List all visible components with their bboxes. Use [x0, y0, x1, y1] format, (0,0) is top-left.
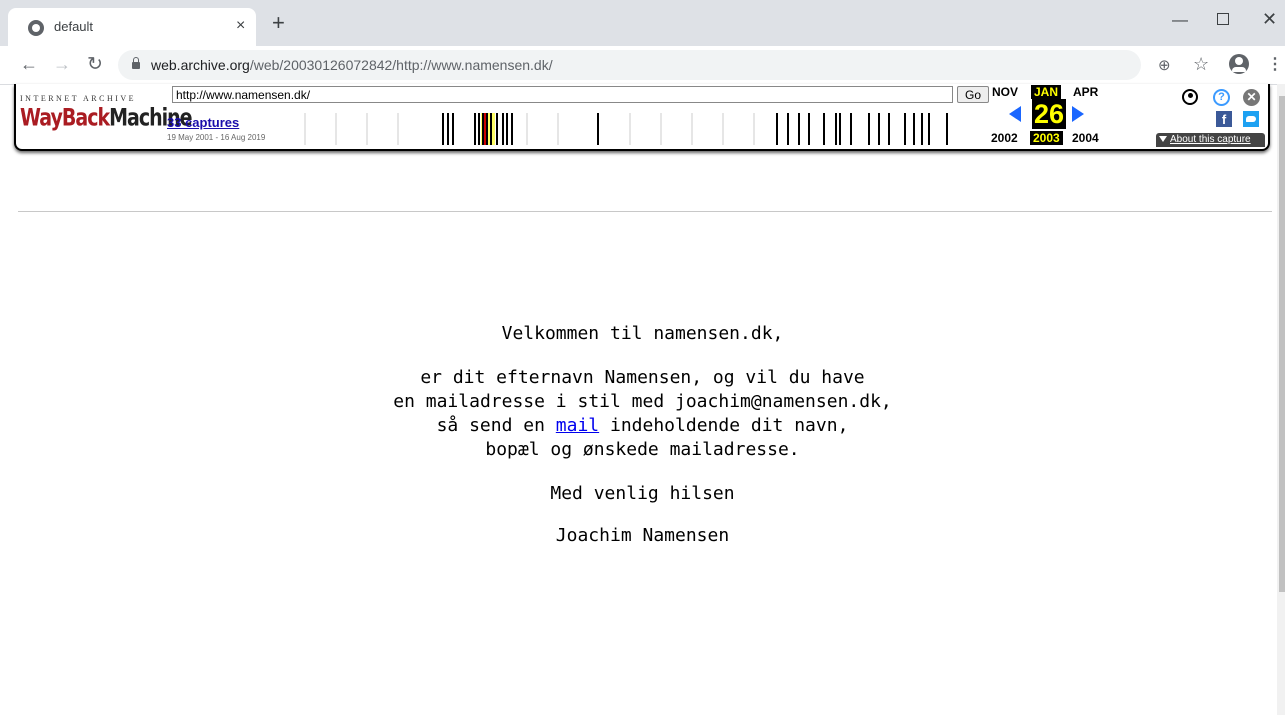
wayback-machine-logo[interactable]: WayBackMachine — [20, 104, 193, 132]
about-this-capture-label: About this capture — [1170, 134, 1251, 145]
prev-month-label[interactable]: NOV — [992, 85, 1018, 99]
closing-text: Med venlig hilsen — [550, 483, 735, 504]
triangle-down-icon — [1159, 136, 1167, 142]
facebook-icon[interactable]: f — [1216, 111, 1232, 127]
mail-link[interactable]: mail — [556, 415, 599, 436]
user-account-icon[interactable] — [1182, 89, 1198, 105]
profile-avatar-icon[interactable] — [1229, 54, 1249, 74]
next-capture-arrow-icon[interactable] — [1072, 106, 1084, 122]
internet-archive-label: INTERNET ARCHIVE — [20, 94, 137, 103]
current-month-label: JAN — [1031, 85, 1062, 99]
url-path: /web/20030126072842/http://www.namensen.… — [249, 57, 553, 73]
about-this-capture-button[interactable]: About this capture — [1156, 133, 1265, 147]
kebab-menu-icon[interactable]: ⋮ — [1267, 54, 1283, 74]
intro-line-2: en mailadresse i stil med joachim@namens… — [393, 391, 892, 412]
signature-text: Joachim Namensen — [555, 525, 730, 546]
logo-wayback-text: WayBack — [20, 104, 110, 132]
prev-capture-arrow-icon[interactable] — [1009, 106, 1021, 122]
close-toolbar-icon[interactable]: ✕ — [1243, 89, 1260, 106]
capture-date-range: 19 May 2001 - 16 Aug 2019 — [167, 133, 266, 142]
captures-link[interactable]: 33 captures — [167, 115, 239, 130]
tab-close-icon[interactable]: × — [236, 17, 245, 35]
browser-tab[interactable]: default × — [8, 8, 256, 46]
wayback-toolbar: INTERNET ARCHIVE WayBackMachine http://w… — [14, 84, 1270, 151]
url-host: web.archive.org — [151, 57, 250, 73]
tab-title: default — [54, 19, 94, 34]
back-arrow-icon[interactable]: ← — [20, 54, 38, 75]
current-day: 26 — [1032, 99, 1066, 129]
navigation-bar: ← → ↻ web.archive.org/web/20030126072842… — [0, 46, 1285, 85]
go-button[interactable]: Go — [957, 86, 989, 103]
bookmark-star-icon[interactable]: ☆ — [1193, 54, 1209, 75]
greeting-text: Velkommen til namensen.dk, — [501, 323, 784, 344]
url-text[interactable]: web.archive.org/web/20030126072842/http:… — [151, 57, 553, 73]
reload-icon[interactable]: ↻ — [87, 53, 103, 76]
lock-icon[interactable] — [132, 57, 140, 69]
restore-icon[interactable] — [1217, 13, 1229, 25]
next-month-label[interactable]: APR — [1073, 85, 1098, 99]
minimize-icon[interactable]: — — [1172, 12, 1188, 30]
next-year-label[interactable]: 2004 — [1072, 131, 1099, 145]
horizontal-rule — [18, 211, 1272, 212]
prev-year-label[interactable]: 2002 — [991, 131, 1018, 145]
address-bar[interactable]: web.archive.org/web/20030126072842/http:… — [118, 50, 1141, 80]
intro-line-1: er dit efternavn Namensen, og vil du hav… — [420, 367, 865, 388]
current-year-label: 2003 — [1030, 131, 1063, 145]
capture-sparkline[interactable] — [301, 111, 956, 145]
intro-line-3-start: så send en — [436, 415, 556, 436]
intro-line-4: bopæl og ønskede mailadresse. — [485, 439, 800, 460]
wayback-url-input[interactable]: http://www.namensen.dk/ — [172, 86, 953, 103]
tab-strip: default × + — ✕ — [0, 0, 1285, 46]
new-tab-button[interactable]: + — [272, 12, 285, 34]
twitter-icon[interactable] — [1243, 111, 1259, 127]
zoom-icon[interactable]: ⊕ — [1158, 56, 1171, 74]
globe-icon — [28, 20, 44, 36]
help-icon[interactable]: ? — [1213, 89, 1230, 106]
window-close-icon[interactable]: ✕ — [1262, 9, 1277, 30]
intro-line-3-end: indeholdende dit navn, — [599, 415, 849, 436]
forward-arrow-icon[interactable]: → — [53, 54, 71, 75]
intro-line-3: så send en mail indeholdende dit navn, — [0, 414, 1285, 438]
